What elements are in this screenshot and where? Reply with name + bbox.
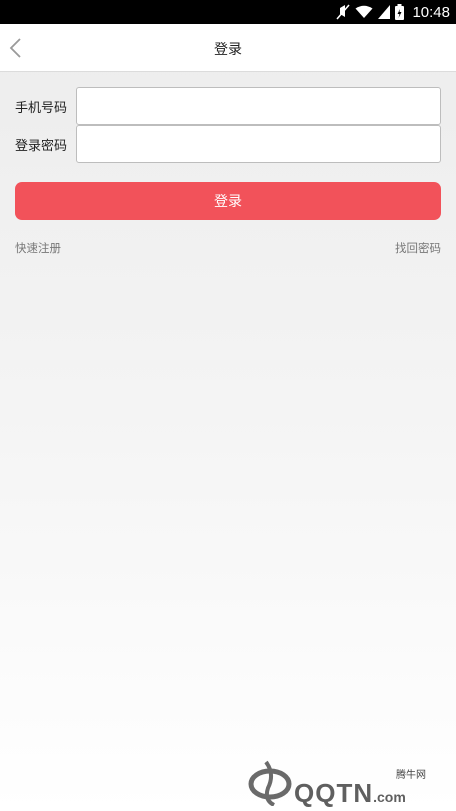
register-link[interactable]: 快速注册 — [15, 240, 61, 256]
page-title: 登录 — [214, 42, 242, 58]
wifi-icon — [355, 5, 373, 18]
login-button[interactable]: 登录 — [15, 182, 441, 220]
mute-icon — [336, 4, 351, 20]
forgot-password-link[interactable]: 找回密码 — [395, 240, 441, 256]
signal-icon — [378, 5, 391, 19]
qqtn-logo-icon — [248, 760, 292, 806]
status-icons: 10:48 — [336, 2, 450, 22]
password-row: 登录密码 — [15, 125, 441, 163]
phone-label: 手机号码 — [15, 101, 68, 116]
watermark: 腾牛网 QQTN.com — [248, 758, 448, 808]
battery-icon — [395, 4, 405, 20]
watermark-logo-main: QQTN — [294, 778, 374, 808]
password-input[interactable] — [76, 125, 441, 163]
password-label: 登录密码 — [15, 139, 68, 154]
nav-bar: 登录 — [0, 24, 456, 72]
watermark-logo-text: QQTN.com — [294, 778, 406, 809]
phone-input[interactable] — [76, 87, 441, 125]
watermark-logo-suffix: .com — [373, 789, 406, 805]
status-time: 10:48 — [412, 3, 450, 21]
phone-row: 手机号码 — [15, 87, 441, 125]
status-bar: 10:48 — [0, 0, 456, 24]
